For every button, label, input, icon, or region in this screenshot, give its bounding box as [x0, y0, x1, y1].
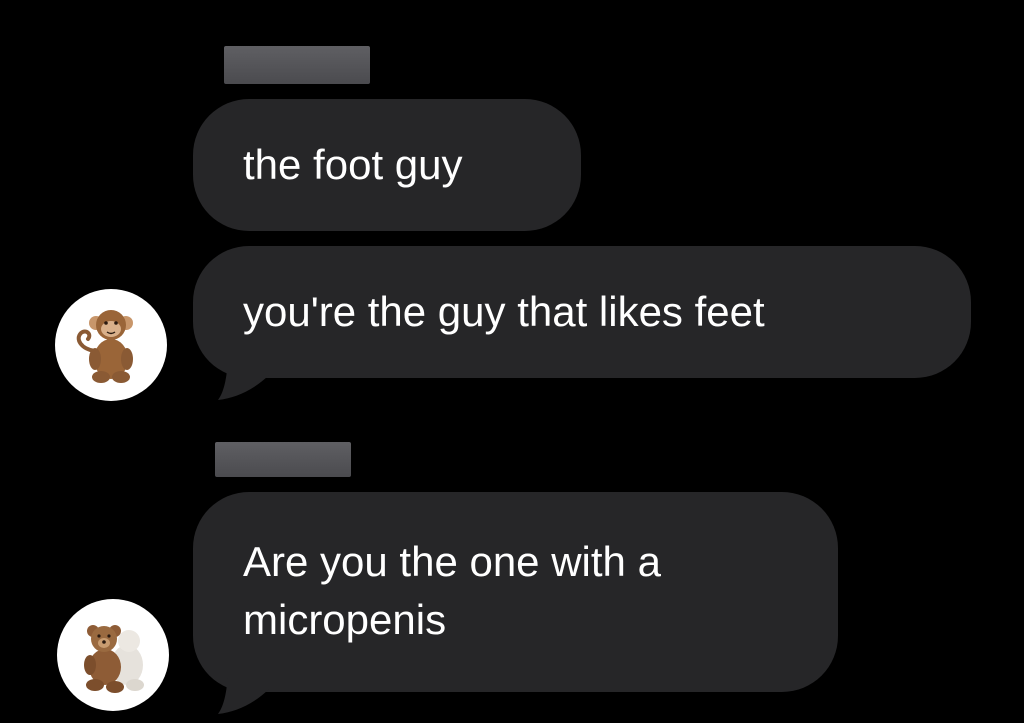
message-bubble[interactable]: the foot guy	[193, 99, 581, 231]
bubble-tail	[218, 350, 270, 400]
avatar[interactable]	[55, 289, 167, 401]
avatar[interactable]	[57, 599, 169, 711]
teddy-bear-plush-icon	[84, 625, 144, 693]
message-text: you're the guy that likes feet	[243, 288, 765, 335]
message-text: Are you the one with a micropenis	[243, 538, 661, 643]
bubble-tail	[218, 664, 270, 714]
message-bubble[interactable]: you're the guy that likes feet	[193, 246, 971, 378]
monkey-plush-icon	[76, 310, 133, 383]
message-text: the foot guy	[243, 141, 463, 188]
redacted-sender-name	[224, 46, 370, 84]
redacted-sender-name	[215, 442, 351, 477]
message-bubble[interactable]: Are you the one with a micropenis	[193, 492, 838, 692]
